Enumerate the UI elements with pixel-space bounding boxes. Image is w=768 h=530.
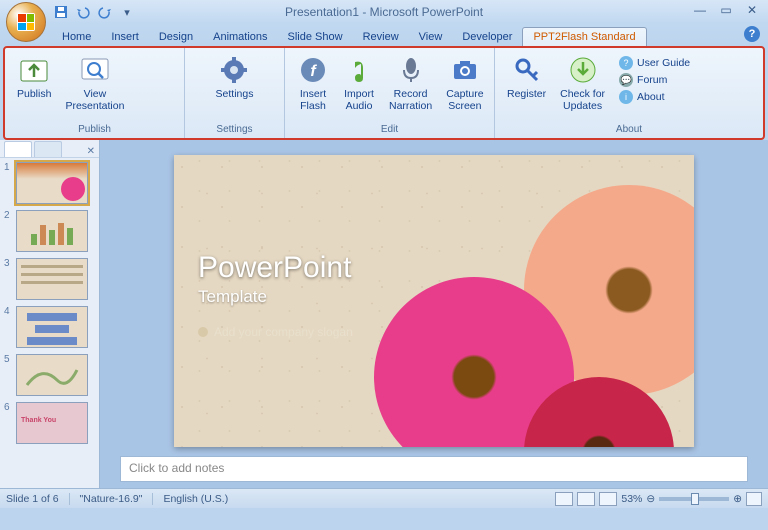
slide-slogan[interactable]: Add your company slogan (198, 325, 353, 339)
qat-dropdown-icon[interactable]: ▾ (118, 3, 136, 21)
tab-slideshow[interactable]: Slide Show (278, 28, 353, 46)
slide-canvas[interactable]: PowerPoint Template Add your company slo… (100, 140, 768, 456)
status-theme: "Nature-16.9" (80, 493, 143, 505)
capture-screen-button[interactable]: Capture Screen (440, 52, 489, 114)
status-slide: Slide 1 of 6 (6, 493, 59, 505)
tab-animations[interactable]: Animations (203, 28, 277, 46)
camera-icon (449, 54, 481, 86)
status-bar: Slide 1 of 6 "Nature-16.9" English (U.S.… (0, 488, 768, 508)
key-icon (511, 54, 543, 86)
tab-insert[interactable]: Insert (101, 28, 149, 46)
audio-icon (343, 54, 375, 86)
fit-window-button[interactable] (746, 492, 762, 506)
zoom-label[interactable]: 53% (621, 493, 642, 505)
tab-home[interactable]: Home (52, 28, 101, 46)
group-label-edit: Edit (285, 122, 494, 138)
undo-icon[interactable] (74, 3, 92, 21)
user-guide-link[interactable]: ?User Guide (619, 56, 690, 70)
help-icon[interactable]: ? (744, 26, 760, 42)
workspace: ✕ 1 2 3 4 5 6Thank You PowerPoint Templa… (0, 140, 768, 488)
slides-tab[interactable] (4, 141, 32, 157)
flash-icon: f (297, 54, 329, 86)
minimize-button[interactable]: — (690, 2, 710, 18)
view-presentation-button[interactable]: View Presentation (59, 52, 130, 114)
normal-view-button[interactable] (555, 492, 573, 506)
forum-icon: 💬 (619, 73, 633, 87)
tab-ppt2flash[interactable]: PPT2Flash Standard (522, 27, 646, 46)
about-link[interactable]: iAbout (619, 90, 690, 104)
sorter-view-button[interactable] (577, 492, 595, 506)
ribbon-tabs: Home Insert Design Animations Slide Show… (0, 24, 768, 46)
thumbnail-pane: ✕ 1 2 3 4 5 6Thank You (0, 140, 100, 488)
group-label-publish: Publish (5, 122, 184, 138)
tab-review[interactable]: Review (353, 28, 409, 46)
redo-icon[interactable] (96, 3, 114, 21)
thumbnail-4[interactable]: 4 (4, 306, 95, 348)
thumbnail-2[interactable]: 2 (4, 210, 95, 252)
mic-icon (395, 54, 427, 86)
slide-title[interactable]: PowerPoint (198, 251, 351, 285)
close-button[interactable]: ✕ (742, 2, 762, 18)
title-bar: ▾ Presentation1 - Microsoft PowerPoint —… (0, 0, 768, 24)
update-icon (567, 54, 599, 86)
info-icon: i (619, 90, 633, 104)
tab-developer[interactable]: Developer (452, 28, 522, 46)
import-audio-button[interactable]: Import Audio (337, 52, 381, 114)
status-lang[interactable]: English (U.S.) (163, 493, 228, 505)
notes-pane[interactable]: Click to add notes (120, 456, 748, 482)
thumbnail-5[interactable]: 5 (4, 354, 95, 396)
outline-tab[interactable] (34, 141, 62, 157)
group-label-about: About (495, 122, 763, 138)
help-small-icon: ? (619, 56, 633, 70)
settings-button[interactable]: Settings (210, 52, 260, 102)
insert-flash-button[interactable]: f Insert Flash (291, 52, 335, 114)
register-button[interactable]: Register (501, 52, 552, 102)
gear-icon (218, 54, 250, 86)
thumbnail-6[interactable]: 6Thank You (4, 402, 95, 444)
save-icon[interactable] (52, 3, 70, 21)
thumbnail-1[interactable]: 1 (4, 162, 95, 204)
tab-design[interactable]: Design (149, 28, 203, 46)
ribbon: Publish View Presentation Publish Settin… (3, 46, 765, 140)
record-narration-button[interactable]: Record Narration (383, 52, 438, 114)
zoom-out-button[interactable]: ⊖ (646, 493, 655, 505)
forum-link[interactable]: 💬Forum (619, 73, 690, 87)
publish-icon (18, 54, 50, 86)
quick-access-toolbar: ▾ (52, 3, 136, 21)
restore-button[interactable]: ▭ (716, 2, 736, 18)
slide: PowerPoint Template Add your company slo… (174, 155, 694, 447)
thumbnail-3[interactable]: 3 (4, 258, 95, 300)
slideshow-view-button[interactable] (599, 492, 617, 506)
check-updates-button[interactable]: Check for Updates (554, 52, 611, 114)
magnify-icon (79, 54, 111, 86)
office-button[interactable] (6, 2, 46, 42)
slide-subtitle[interactable]: Template (198, 287, 267, 307)
pane-close-icon[interactable]: ✕ (87, 146, 95, 157)
publish-button[interactable]: Publish (11, 52, 57, 102)
group-label-settings: Settings (185, 122, 284, 138)
zoom-in-button[interactable]: ⊕ (733, 493, 742, 505)
tab-view[interactable]: View (409, 28, 453, 46)
zoom-slider[interactable] (659, 497, 729, 501)
